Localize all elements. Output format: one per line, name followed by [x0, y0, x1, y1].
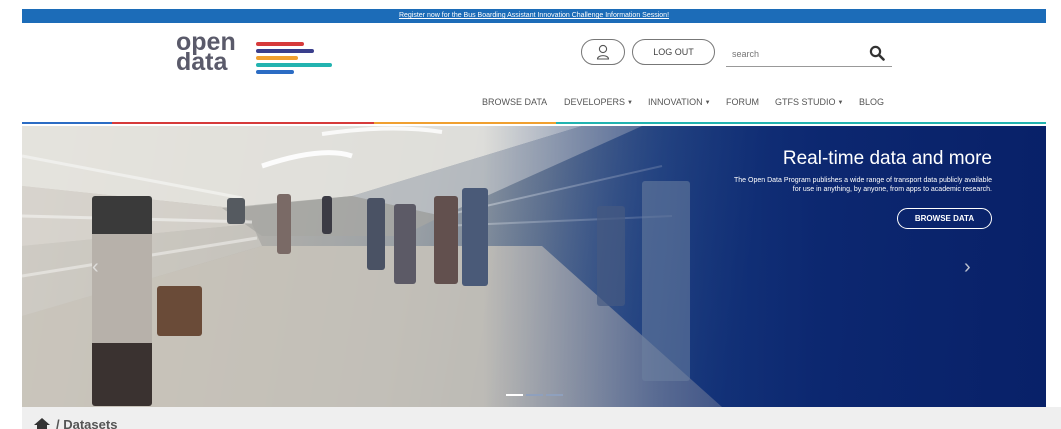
carousel-dot[interactable] [526, 394, 543, 396]
home-icon[interactable] [34, 418, 50, 429]
caret-down-icon: ▼ [704, 100, 711, 106]
search-input[interactable] [732, 46, 852, 62]
hero-description-line: for use in anything, by anyone, from app… [792, 186, 992, 193]
nav-gtfs-studio[interactable]: GTFS STUDIO ▼ [775, 97, 843, 107]
nav-label: GTFS STUDIO [775, 97, 836, 107]
person-figure [642, 181, 690, 381]
separator-red [22, 122, 112, 124]
hero-browse-data-button[interactable]: BROWSE DATA [897, 208, 992, 229]
carousel-dot[interactable] [546, 394, 563, 396]
hero-banner: Real-time data and more The Open Data Pr… [22, 126, 1046, 407]
carousel-indicators [506, 394, 563, 396]
nav-browse-data[interactable]: BROWSE DATA [482, 97, 547, 107]
caret-down-icon: ▼ [837, 100, 844, 106]
person-figure [322, 196, 332, 234]
hero-description-line: The Open Data Program publishes a wide r… [734, 177, 992, 184]
nav-label: INNOVATION [648, 97, 703, 107]
user-button[interactable] [581, 39, 625, 65]
nav-label: BROWSE DATA [482, 97, 548, 107]
person-figure [227, 198, 245, 224]
chevron-left-icon[interactable]: ‹ [92, 256, 99, 279]
hero-description: The Open Data Program publishes a wide r… [612, 176, 992, 194]
nav-label: FORUM [726, 97, 759, 107]
logo-bar-navy [256, 49, 314, 53]
nav-label: BLOG [859, 97, 885, 107]
nav-label: DEVELOPERS [564, 97, 626, 107]
search-box [726, 40, 892, 67]
separator-orange [374, 122, 556, 124]
person-figure [157, 286, 202, 336]
separator-red [112, 122, 374, 124]
logo[interactable]: open data [176, 30, 336, 80]
person-figure [394, 204, 416, 284]
breadcrumb: / Datasets [22, 407, 1061, 429]
person-figure [462, 188, 488, 286]
logout-button[interactable]: LOG OUT [632, 39, 715, 65]
logo-bar-teal [256, 63, 332, 67]
main-nav: BROWSE DATA DEVELOPERS ▼ INNOVATION ▼ FORU… [0, 97, 1061, 109]
breadcrumb-current: / Datasets [56, 417, 118, 429]
person-figure [277, 194, 291, 254]
user-icon [596, 44, 610, 60]
nav-blog[interactable]: BLOG [859, 97, 884, 107]
logo-line-data: data [176, 48, 228, 76]
person-figure [597, 206, 625, 306]
logo-bar-orange [256, 56, 298, 60]
caret-down-icon: ▼ [627, 100, 633, 106]
carousel-dot[interactable] [506, 394, 523, 396]
hero-title: Real-time data and more [782, 148, 992, 169]
logo-wordmark: open data [176, 30, 236, 76]
logo-bar-red [256, 42, 304, 46]
announcement-bar: Register now for the Bus Boarding Assist… [22, 9, 1046, 23]
nav-forum[interactable]: FORUM [726, 97, 759, 107]
nav-developers[interactable]: DEVELOPERS ▼ [564, 97, 633, 107]
chevron-right-icon[interactable]: › [964, 256, 971, 279]
logo-bar-blue [256, 70, 294, 74]
person-figure [434, 196, 458, 284]
announcement-link[interactable]: Register now for the Bus Boarding Assist… [399, 12, 669, 19]
person-figure [92, 196, 152, 406]
separator-teal [556, 122, 1046, 124]
search-icon[interactable] [869, 45, 885, 61]
person-figure [367, 198, 385, 270]
nav-innovation[interactable]: INNOVATION ▼ [648, 97, 711, 107]
